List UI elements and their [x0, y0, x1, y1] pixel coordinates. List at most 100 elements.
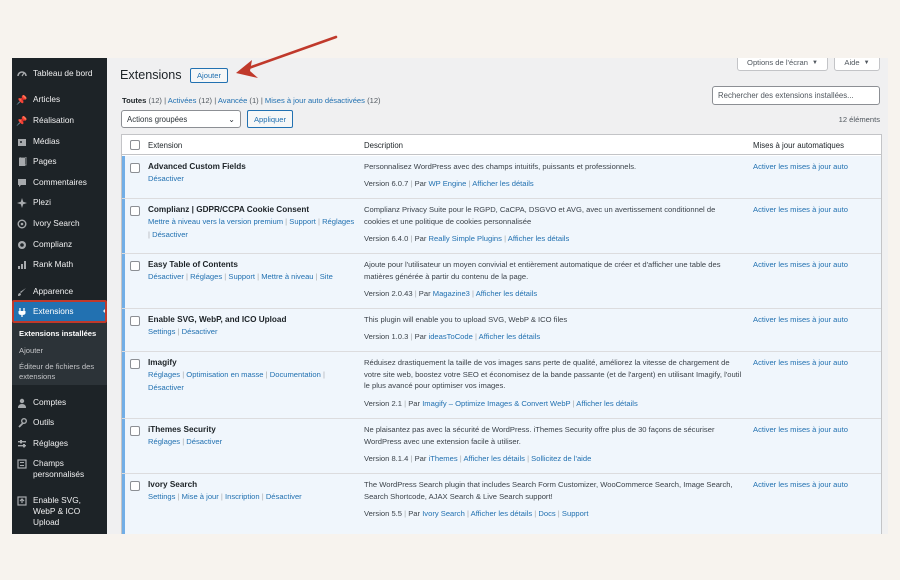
- plugin-search-input[interactable]: Rechercher des extensions installées...: [712, 86, 880, 105]
- submenu-installed[interactable]: Extensions installées: [19, 329, 96, 339]
- author-link[interactable]: Really Simple Plugins: [429, 234, 502, 243]
- deactivate-link[interactable]: Désactiver: [152, 230, 188, 239]
- upgrade-link[interactable]: Mettre à niveau: [261, 272, 313, 281]
- plugin-name: Imagify: [148, 358, 177, 367]
- settings-link[interactable]: Settings: [148, 492, 175, 501]
- pin-icon: 📌: [16, 115, 28, 126]
- sidebar-item-articles[interactable]: 📌 Articles: [12, 94, 107, 105]
- enable-auto-updates-link[interactable]: Activer les mises à jour auto: [753, 314, 848, 325]
- plugin-description: Ajoute pour l'utilisateur un moyen convi…: [364, 260, 721, 281]
- sidebar-item-realisation[interactable]: 📌 Réalisation: [12, 115, 107, 126]
- table-row: iThemes Security Réglages | Désactiver N…: [122, 419, 881, 474]
- details-link[interactable]: Afficher les détails: [471, 509, 532, 518]
- filter-advanced[interactable]: Avancée: [218, 96, 247, 105]
- author-link[interactable]: Imagify – Optimize Images & Convert WebP: [422, 399, 570, 408]
- sidebar-item-medias[interactable]: Médias: [12, 136, 107, 147]
- deactivate-link[interactable]: Désactiver: [148, 272, 184, 281]
- active-row-indicator: [122, 352, 125, 418]
- row-checkbox[interactable]: [130, 359, 140, 369]
- enable-auto-updates-link[interactable]: Activer les mises à jour auto: [753, 357, 848, 368]
- enable-auto-updates-link[interactable]: Activer les mises à jour auto: [753, 479, 848, 490]
- site-link[interactable]: Site: [320, 272, 333, 281]
- update-link[interactable]: Mise à jour: [182, 492, 219, 501]
- settings-link[interactable]: Réglages: [322, 217, 354, 226]
- deactivate-link[interactable]: Désactiver: [148, 383, 184, 392]
- details-link[interactable]: Afficher les détails: [576, 399, 637, 408]
- details-link[interactable]: Afficher les détails: [479, 332, 540, 341]
- help-link[interactable]: Sollicitez de l'aide: [531, 454, 591, 463]
- details-link[interactable]: Afficher les détails: [508, 234, 569, 243]
- deactivate-link[interactable]: Désactiver: [148, 174, 184, 183]
- add-plugin-button[interactable]: Ajouter: [190, 68, 228, 83]
- settings-link[interactable]: Réglages: [148, 437, 180, 446]
- author-link[interactable]: WP Engine: [429, 179, 467, 188]
- support-link[interactable]: Support: [562, 509, 589, 518]
- support-link[interactable]: Support: [289, 217, 316, 226]
- row-checkbox[interactable]: [130, 163, 140, 173]
- author-link[interactable]: Ivory Search: [422, 509, 465, 518]
- details-link[interactable]: Afficher les détails: [476, 289, 537, 298]
- docs-link[interactable]: Docs: [538, 509, 555, 518]
- plugins-table: Extension Description Mises à jour autom…: [121, 134, 882, 534]
- bulk-actions-select[interactable]: Actions groupées ⌄: [121, 110, 241, 128]
- upgrade-premium-link[interactable]: Mettre à niveau vers la version premium: [148, 217, 283, 226]
- plugin-actions: Settings | Mise à jour | Inscription | D…: [148, 492, 302, 501]
- sidebar-item-pages[interactable]: Pages: [12, 156, 107, 167]
- plugin-meta: Version 6.0.7 | Par WP Engine | Afficher…: [364, 179, 534, 188]
- search-icon: [17, 219, 27, 229]
- submenu-file-editor[interactable]: Éditeur de fichiers des extensions: [19, 362, 103, 382]
- sidebar-item-settings[interactable]: Réglages: [12, 438, 107, 449]
- documentation-link[interactable]: Documentation: [270, 370, 321, 379]
- sidebar-item-tools[interactable]: Outils: [12, 417, 107, 428]
- plugin-name: Advanced Custom Fields: [148, 162, 246, 171]
- deactivate-link[interactable]: Désactiver: [182, 327, 218, 336]
- sidebar-item-custom-fields[interactable]: Champs personnalisés: [12, 458, 107, 480]
- support-link[interactable]: Support: [228, 272, 255, 281]
- sidebar-item-complianz[interactable]: Complianz: [12, 239, 107, 250]
- row-checkbox[interactable]: [130, 481, 140, 491]
- filter-active[interactable]: Activées: [168, 96, 197, 105]
- signup-link[interactable]: Inscription: [225, 492, 260, 501]
- filter-autoupdate-off[interactable]: Mises à jour auto désactivées: [265, 96, 365, 105]
- enable-auto-updates-link[interactable]: Activer les mises à jour auto: [753, 161, 848, 172]
- select-all-checkbox[interactable]: [130, 140, 140, 150]
- settings-link[interactable]: Settings: [148, 327, 175, 336]
- enable-auto-updates-link[interactable]: Activer les mises à jour auto: [753, 424, 848, 435]
- sidebar-item-plezi[interactable]: Plezi: [12, 197, 107, 208]
- row-checkbox[interactable]: [130, 316, 140, 326]
- plugin-actions: Désactiver | Réglages | Support | Mettre…: [148, 272, 333, 281]
- chart-icon: [17, 260, 27, 270]
- enable-auto-updates-link[interactable]: Activer les mises à jour auto: [753, 204, 848, 215]
- sidebar-item-users[interactable]: Comptes: [12, 397, 107, 408]
- row-checkbox[interactable]: [130, 206, 140, 216]
- filter-all[interactable]: Toutes: [122, 96, 146, 105]
- sidebar-item-dashboard[interactable]: Tableau de bord: [12, 68, 107, 79]
- author-link[interactable]: Magazine3: [433, 289, 470, 298]
- sidebar-item-appearance[interactable]: Apparence: [12, 286, 107, 297]
- active-row-indicator: [122, 254, 125, 308]
- sidebar-item-extensions[interactable]: Extensions: [12, 302, 107, 321]
- settings-link[interactable]: Réglages: [190, 272, 222, 281]
- row-checkbox[interactable]: [130, 426, 140, 436]
- sidebar-item-ivory-search[interactable]: Ivory Search: [12, 218, 107, 229]
- bulk-optimize-link[interactable]: Optimisation en masse: [186, 370, 263, 379]
- plugin-actions: Mettre à niveau vers la version premium …: [148, 217, 355, 239]
- submenu-add[interactable]: Ajouter: [19, 346, 43, 356]
- sidebar-item-rank-math[interactable]: Rank Math: [12, 259, 107, 270]
- help-button[interactable]: Aide ▼: [834, 58, 880, 71]
- author-link[interactable]: iThemes: [429, 454, 458, 463]
- row-checkbox[interactable]: [130, 261, 140, 271]
- details-link[interactable]: Afficher les détails: [463, 454, 524, 463]
- sidebar-item-comments[interactable]: Commentaires: [12, 177, 107, 188]
- wrench-icon: [17, 418, 27, 428]
- sidebar-item-svg-upload[interactable]: Enable SVG, WebP & ICO Upload: [12, 495, 107, 528]
- active-row-indicator: [122, 419, 125, 473]
- settings-link[interactable]: Réglages: [148, 370, 180, 379]
- deactivate-link[interactable]: Désactiver: [266, 492, 302, 501]
- apply-button[interactable]: Appliquer: [247, 110, 293, 128]
- enable-auto-updates-link[interactable]: Activer les mises à jour auto: [753, 259, 848, 270]
- details-link[interactable]: Afficher les détails: [472, 179, 533, 188]
- author-link[interactable]: ideasToCode: [429, 332, 473, 341]
- deactivate-link[interactable]: Désactiver: [186, 437, 222, 446]
- screen-options-button[interactable]: Options de l'écran ▼: [737, 58, 828, 71]
